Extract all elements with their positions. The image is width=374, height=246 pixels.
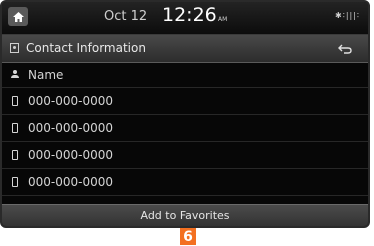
phone-icon — [12, 123, 18, 133]
contact-name-row: Name — [2, 63, 368, 88]
phone-number-row[interactable]: 000-000-0000 — [2, 169, 368, 196]
phone-icon — [12, 177, 18, 187]
title-bar: Contact Information — [2, 35, 368, 63]
phone-number: 000-000-0000 — [28, 175, 114, 189]
contact-name: Name — [28, 68, 64, 82]
status-bar: Oct 12 12:26 AM ✱∶|||∶ — [2, 2, 368, 35]
phone-icon — [12, 150, 18, 160]
contact-card-icon — [10, 43, 19, 53]
clock-time: 12:26 — [162, 4, 217, 26]
phone-number-row[interactable]: 000-000-0000 — [2, 88, 368, 115]
callout-badge: 6 — [180, 228, 196, 245]
am-pm-indicator: AM — [218, 16, 228, 23]
phone-number: 000-000-0000 — [28, 94, 114, 108]
return-arrow-icon — [338, 44, 352, 54]
home-button[interactable] — [8, 7, 28, 26]
date: Oct 12 — [104, 9, 148, 24]
back-button[interactable] — [328, 39, 362, 58]
infotainment-screen: Oct 12 12:26 AM ✱∶|||∶ Contact Informati… — [0, 0, 370, 228]
status-icons: ✱∶|||∶ — [335, 11, 360, 20]
phone-number: 000-000-0000 — [28, 121, 114, 135]
phone-number-row[interactable]: 000-000-0000 — [2, 115, 368, 142]
home-icon — [12, 11, 24, 22]
phone-icon — [12, 96, 18, 106]
phone-number-row[interactable]: 000-000-0000 — [2, 142, 368, 169]
phone-number: 000-000-0000 — [28, 148, 114, 162]
page-title: Contact Information — [26, 41, 146, 55]
person-icon — [11, 70, 19, 78]
add-to-favorites-button[interactable]: Add to Favorites — [2, 204, 368, 226]
